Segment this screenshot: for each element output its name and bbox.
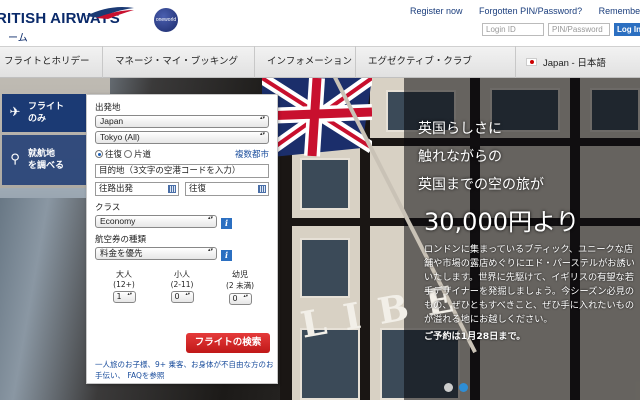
passenger-row: 大人 (12+) 1 小人 (2-11) 0 幼児 (2 未満) 0 [95,269,269,305]
multi-city-link[interactable]: 複数都市 [235,148,269,160]
main-nav: フライトとホリデー マネージ・マイ・ブッキング インフォメーション エグゼクティ… [0,46,640,78]
login-row: Login ID PIN/Password Log In [482,23,640,36]
tab-dest-line1: 就航地 [28,149,56,159]
infant-column: 幼児 (2 未満) 0 [220,269,260,305]
origin-country-select[interactable]: Japan [95,115,269,128]
fare-type-select[interactable]: 料金を優先 [95,247,217,260]
nav-item-flights-holidays[interactable]: フライトとホリデー [0,46,103,78]
page: RITISH AIRWAYS ーム oneworld Register now … [0,0,640,400]
japan-flag-icon [526,58,537,66]
remember-me-checkbox-label[interactable]: Remember m [599,6,640,16]
class-select[interactable]: Economy [95,215,217,228]
language-selector[interactable]: Japan - 日本語 [516,46,606,78]
tab-flight-only-label: フライト のみ [28,101,64,125]
oneway-radio-label: 片道 [134,150,152,160]
top-links: Register now Forgotten PIN/Password? Rem… [410,6,640,16]
nav-item-executive-club[interactable]: エグゼクティブ・クラブ [356,46,516,78]
adult-range: (12+) [113,280,135,289]
booking-tabs: ✈ フライトのみ ⚲ 就航地を調べる [2,94,88,185]
info-icon[interactable]: i [221,249,232,261]
tab-flight-line1: フライト [28,102,65,112]
register-link[interactable]: Register now [410,6,463,16]
carousel-pager [444,383,468,392]
promo-panel: 英国らしさに 触れながらの 英国までの空の旅が 30,000円より ロンドンに集… [418,118,640,342]
infant-range: (2 未満) [225,281,254,290]
return-radio-label: 往復 [105,150,123,160]
pin-password-input[interactable]: PIN/Password [548,23,610,36]
promo-price: 30,000円より [424,208,580,236]
return-date-placeholder: 往復 [189,184,207,194]
oneworld-label: oneworld [155,17,177,23]
info-icon[interactable]: i [221,217,232,229]
depart-date-input[interactable]: 往路出発 [95,182,179,196]
tab-flight-only[interactable]: ✈ フライトのみ [2,94,88,132]
return-date-input[interactable]: 往復 [185,182,269,196]
return-radio[interactable] [95,150,103,158]
help-links[interactable]: 一人旅のお子様、9+ 乗客、お身体が不自由な方のお手伝い、 FAQを参照 [95,359,275,381]
promo-line-2: 触れながらの [418,149,502,165]
destination-input[interactable]: 目的地（3文字の空港コードを入力） [95,164,269,178]
tab-dest-line2: を調べる [28,161,65,171]
class-label: クラス [95,203,121,213]
search-flights-button[interactable]: フライトの検索 [186,333,270,353]
login-button[interactable]: Log In [614,23,640,36]
adult-count-select[interactable]: 1 [112,291,136,303]
login-id-input[interactable]: Login ID [482,23,544,36]
calendar-icon[interactable] [258,185,266,193]
child-range: (2-11) [170,280,194,289]
promo-line-1: 英国らしさに [418,121,502,137]
date-row: 往路出発 往復 [95,182,269,201]
infant-label: 幼児 [232,270,248,279]
child-label: 小人 [174,270,190,279]
promo-deadline: ご予約は1月28日まで。 [424,331,526,342]
hero-window [300,158,350,210]
tab-flight-line2: のみ [28,114,47,124]
adult-label: 大人 [116,270,132,279]
tab-explore-label: 就航地 を調べる [28,148,64,172]
language-label: Japan - 日本語 [543,58,606,69]
calendar-icon[interactable] [168,185,176,193]
oneway-radio[interactable] [124,150,133,158]
child-count-select[interactable]: 0 [170,291,194,303]
infant-count-select[interactable]: 0 [228,293,252,305]
speedmarque-icon [86,7,134,19]
depart-date-placeholder: 往路出発 [99,184,134,194]
brand-subtitle: ーム [8,33,28,44]
site-header: RITISH AIRWAYS ーム oneworld Register now … [0,0,640,46]
tab-explore-destinations[interactable]: ⚲ 就航地を調べる [2,135,88,185]
airplane-icon: ✈ [9,105,21,120]
carousel-dot[interactable] [444,383,453,392]
oneworld-logo-icon: oneworld [154,8,178,32]
origin-label: 出発地 [95,103,121,113]
nav-item-information[interactable]: インフォメーション [255,46,356,78]
class-row: Economy i [95,215,269,231]
promo-body: ロンドンに集まっているブティック、ユニークな店舗や市場の露店めぐりにエド・パース… [424,244,635,325]
flight-search-form: 出発地 Japan Tokyo (All) 往復 片道 複数都市 目的地（3文字… [86,94,278,384]
nav-item-manage-my-booking[interactable]: マネージ・マイ・ブッキング [103,46,255,78]
promo-line-3: 英国までの空の旅が [418,177,544,193]
trip-type-row: 往復 片道 複数都市 [95,147,269,161]
hero-window [300,238,350,298]
origin-city-select[interactable]: Tokyo (All) [95,131,269,144]
carousel-dot-active[interactable] [459,383,468,392]
forgotten-pin-link[interactable]: Forgotten PIN/Password? [479,6,582,16]
adult-column: 大人 (12+) 1 [104,269,144,305]
child-column: 小人 (2-11) 0 [162,269,202,305]
map-pin-icon: ⚲ [10,152,20,167]
fare-type-label: 航空券の種類 [95,235,147,245]
fare-row: 料金を優先 i [95,247,269,263]
